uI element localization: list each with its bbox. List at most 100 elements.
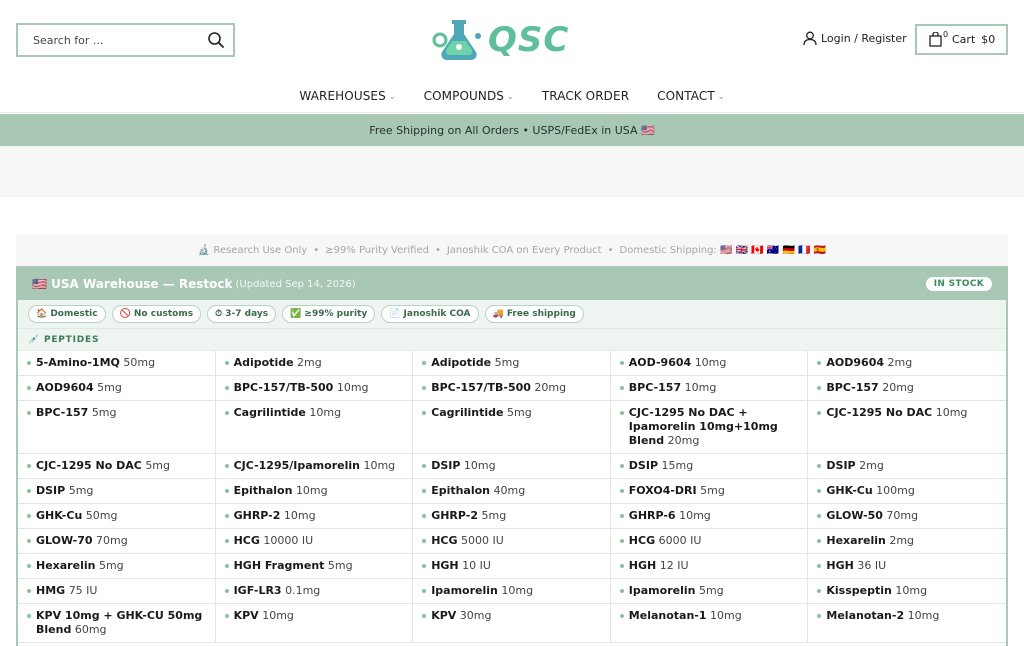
product-text: BPC-157 20mg <box>826 381 914 395</box>
product-item[interactable]: HGH 10 IU <box>413 554 611 579</box>
cart-count-badge: 0 <box>943 30 949 39</box>
warehouse-panel: 🇺🇸 USA Warehouse — Restock (Updated Sep … <box>16 266 1008 646</box>
product-name: 5-Amino-1MQ <box>36 356 120 369</box>
product-item[interactable]: 5-Amino-1MQ 50mg <box>18 351 216 376</box>
cart-button[interactable]: 0 Cart $0 <box>915 24 1008 55</box>
product-item[interactable]: FOXO4-DRI 5mg <box>610 479 809 504</box>
product-item[interactable]: IGF-LR3 0.1mg <box>215 579 414 604</box>
nav-item-compounds[interactable]: COMPOUNDS ⌄ <box>410 89 528 103</box>
product-item[interactable]: KPV 10mg + GHK-CU 50mg Blend 60mg <box>18 604 216 643</box>
product-name: KPV <box>233 609 259 622</box>
product-text: Ipamorelin 5mg <box>629 584 724 598</box>
product-size: 10mg <box>679 509 711 522</box>
product-text: HGH 36 IU <box>826 559 886 573</box>
search-icon[interactable] <box>207 31 225 49</box>
product-item[interactable]: CJC-1295/Ipamorelin 10mg <box>215 454 414 479</box>
product-text: GHRP-6 10mg <box>629 509 711 523</box>
product-name: BPC-157/TB-500 <box>233 381 334 394</box>
product-item[interactable]: BPC-157 10mg <box>610 376 809 401</box>
search-input[interactable] <box>33 33 193 47</box>
product-text: Ipamorelin 10mg <box>431 584 533 598</box>
product-item[interactable]: DSIP 15mg <box>610 454 809 479</box>
product-item[interactable]: Hexarelin 2mg <box>808 529 1006 554</box>
product-item[interactable]: Epithalon 10mg <box>215 479 414 504</box>
flask-logo-icon <box>432 20 481 60</box>
product-item[interactable]: HCG 5000 IU <box>413 529 611 554</box>
product-item[interactable]: BPC-157/TB-500 10mg <box>215 376 414 401</box>
product-size: 10mg <box>501 584 534 597</box>
product-size: 10mg <box>694 356 727 369</box>
product-item[interactable]: GLOW-50 70mg <box>808 504 1006 529</box>
product-item[interactable]: Epithalon 40mg <box>413 479 611 504</box>
product-item[interactable]: HCG 6000 IU <box>610 529 809 554</box>
product-item[interactable]: HCG 10000 IU <box>215 529 414 554</box>
product-item[interactable]: GHK-Cu 50mg <box>18 504 216 529</box>
bullet-dot-icon <box>619 514 624 518</box>
product-item[interactable]: GHRP-2 5mg <box>413 504 611 529</box>
spacer-band <box>0 146 1024 197</box>
product-name: BPC-157/TB-500 <box>431 381 531 394</box>
product-item[interactable]: DSIP 10mg <box>413 454 611 479</box>
product-item[interactable]: BPC-157 5mg <box>18 401 216 454</box>
product-item[interactable]: GHRP-6 10mg <box>610 504 809 529</box>
product-item[interactable]: HGH 36 IU <box>808 554 1006 579</box>
product-item[interactable]: CJC-1295 No DAC 10mg <box>808 401 1006 454</box>
product-item[interactable]: DSIP 2mg <box>808 454 1006 479</box>
product-item[interactable]: Cagrilintide 5mg <box>413 401 611 454</box>
product-item[interactable]: HMG 75 IU <box>18 579 216 604</box>
product-item[interactable]: Hexarelin 5mg <box>18 554 216 579</box>
product-size: 30mg <box>459 609 492 622</box>
bullet-dot-icon <box>619 489 624 493</box>
product-text: HGH 10 IU <box>431 559 491 573</box>
bullet-dot-icon <box>619 386 624 390</box>
product-item[interactable]: GLOW-70 70mg <box>18 529 216 554</box>
product-item[interactable]: HGH 12 IU <box>610 554 809 579</box>
product-item[interactable]: GHK-Cu 100mg <box>808 479 1006 504</box>
product-item[interactable]: Cagrilintide 10mg <box>215 401 414 454</box>
product-size: 10mg <box>710 609 742 622</box>
product-item[interactable]: CJC-1295 No DAC 5mg <box>18 454 216 479</box>
bullet-dot-icon <box>422 614 427 618</box>
product-item[interactable]: Adipotide 5mg <box>413 351 611 376</box>
product-item[interactable]: Melanotan-2 10mg <box>808 604 1006 643</box>
nav-item-track-order[interactable]: TRACK ORDER <box>528 89 643 103</box>
nav-item-warehouses[interactable]: WAREHOUSES ⌄ <box>285 89 409 103</box>
product-item[interactable]: GHRP-2 10mg <box>215 504 414 529</box>
product-item[interactable]: Ipamorelin 5mg <box>610 579 809 604</box>
product-text: BPC-157/TB-500 20mg <box>431 381 566 395</box>
product-name: DSIP <box>431 459 461 472</box>
product-item[interactable]: Adipotide 2mg <box>215 351 414 376</box>
bullet-dot-icon <box>27 386 31 390</box>
product-name: HGH <box>826 559 854 572</box>
nav-item-contact[interactable]: CONTACT ⌄ <box>643 89 738 103</box>
product-name: HGH <box>628 559 657 572</box>
product-item[interactable]: BPC-157/TB-500 20mg <box>413 376 611 401</box>
product-item[interactable]: AOD-9604 10mg <box>610 351 809 376</box>
search-box[interactable] <box>16 23 235 57</box>
product-item[interactable]: DSIP 5mg <box>18 479 216 504</box>
product-item[interactable]: Ipamorelin 10mg <box>413 579 611 604</box>
bullet-dot-icon <box>224 361 229 365</box>
product-item[interactable]: CJC-1295 No DAC + Ipamorelin 10mg+10mg B… <box>610 401 809 454</box>
product-item[interactable]: Melanotan-1 10mg <box>610 604 809 643</box>
product-text: AOD9604 5mg <box>36 381 122 395</box>
product-item[interactable]: Kisspeptin 10mg <box>808 579 1006 604</box>
product-item[interactable]: KPV 30mg <box>413 604 611 643</box>
product-name: BPC-157 <box>36 406 89 419</box>
product-name: IGF-LR3 <box>233 584 282 597</box>
bullet-dot-icon <box>27 589 31 593</box>
product-text: GLOW-70 70mg <box>36 534 128 548</box>
site-logo[interactable]: QSC <box>432 16 592 64</box>
product-item[interactable]: HGH Fragment 5mg <box>215 554 414 579</box>
product-item[interactable]: KPV 10mg <box>215 604 414 643</box>
product-item[interactable]: AOD9604 5mg <box>18 376 216 401</box>
product-name: KPV 10mg + GHK-CU 50mg Blend <box>36 609 203 636</box>
product-item[interactable]: BPC-157 20mg <box>808 376 1006 401</box>
product-size: 5000 IU <box>461 534 504 547</box>
product-name: HGH <box>431 559 459 572</box>
bullet-dot-icon <box>817 539 822 543</box>
product-item[interactable]: AOD9604 2mg <box>808 351 1006 376</box>
login-register-link[interactable]: Login / Register <box>803 31 907 46</box>
product-text: HGH 12 IU <box>629 559 689 573</box>
product-text: Cagrilintide 5mg <box>431 406 532 420</box>
